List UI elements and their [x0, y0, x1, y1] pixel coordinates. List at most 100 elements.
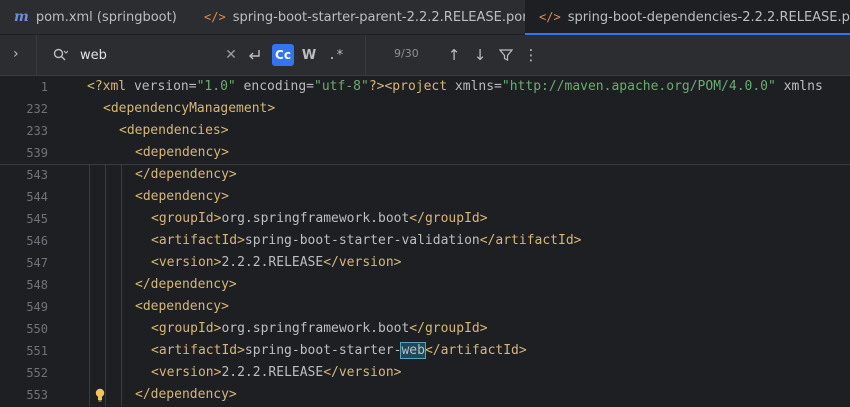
- line-code: <groupId>org.springframework.boot</group…: [151, 318, 488, 340]
- line-code: <dependencyManagement>: [103, 98, 275, 120]
- more-options-icon[interactable]: ⋮: [521, 44, 541, 66]
- line-number: 550: [26, 322, 48, 336]
- clear-search-icon[interactable]: ✕: [223, 44, 239, 66]
- code-line[interactable]: 551 <artifactId>spring-boot-starter-web</…: [0, 340, 850, 362]
- xml-open-tag: <artifactId>: [151, 233, 245, 248]
- line-code: <groupId>org.springframework.boot</group…: [151, 208, 488, 230]
- line-code: <dependency>: [135, 296, 229, 318]
- line-number: 548: [26, 278, 48, 292]
- search-history-icon[interactable]: [52, 47, 68, 63]
- xml-close-tag: </artifactId>: [424, 343, 527, 358]
- attr-value: "http://maven.apache.org/POM/4.0.0": [501, 79, 776, 94]
- xml-tag: <dependency>: [135, 145, 229, 160]
- xml-tag: ?>: [368, 79, 385, 94]
- element-value: spring-boot-starter-validation: [244, 233, 480, 248]
- editor-tab-bar: m pom.xml (springboot) </> spring-boot-s…: [0, 0, 850, 35]
- element-value: 2.2.2.RELEASE: [221, 255, 324, 270]
- code-line[interactable]: 233 <dependencies>: [0, 120, 850, 142]
- filter-icon[interactable]: [496, 44, 516, 66]
- line-number: 546: [26, 234, 48, 248]
- line-number: 552: [26, 366, 48, 380]
- line-number: 545: [26, 212, 48, 226]
- code-line[interactable]: 545 <groupId>org.springframework.boot</gr…: [0, 208, 850, 230]
- attr-value: "1.0": [196, 79, 236, 94]
- code-line[interactable]: 553 </dependency>: [0, 384, 850, 406]
- line-number: 544: [26, 190, 48, 204]
- expand-replace-icon[interactable]: ›: [13, 46, 19, 62]
- line-code: <artifactId>spring-boot-starter-web</art…: [151, 340, 527, 362]
- line-code: <dependency>: [135, 186, 229, 208]
- line-code: <dependency>: [135, 142, 229, 164]
- xml-open-tag: <groupId>: [151, 321, 222, 336]
- tab-pom-xml[interactable]: m pom.xml (springboot): [0, 0, 190, 34]
- divider: [365, 35, 366, 75]
- xml-tag: <dependencies>: [119, 123, 229, 138]
- attr-name: version=: [126, 79, 197, 94]
- xml-tag: </dependency>: [135, 167, 237, 182]
- xml-tag: <?xml: [87, 79, 127, 94]
- xml-close-tag: </version>: [323, 255, 402, 270]
- xml-open-tag: <version>: [151, 255, 222, 270]
- xml-file-icon: </>: [204, 10, 226, 24]
- line-code: </dependency>: [135, 384, 237, 406]
- line-number: 553: [26, 388, 48, 402]
- match-count: 9/30: [394, 47, 419, 60]
- line-number: 233: [26, 124, 48, 138]
- tab-starter-parent-pom[interactable]: </> spring-boot-starter-parent-2.2.2.REL…: [190, 0, 535, 34]
- previous-occurrence-icon[interactable]: ↑: [444, 44, 464, 66]
- code-line[interactable]: 550 <groupId>org.springframework.boot</gr…: [0, 318, 850, 340]
- line-code: <version>2.2.2.RELEASE</version>: [151, 252, 401, 274]
- search-match-highlight: web: [400, 342, 426, 359]
- search-input[interactable]: [80, 45, 220, 65]
- element-value: spring-boot-starter-: [244, 343, 402, 358]
- code-line[interactable]: 543 </dependency>: [0, 164, 850, 186]
- line-number: 551: [26, 344, 48, 358]
- regex-button[interactable]: .*: [326, 44, 346, 66]
- tab-label: spring-boot-starter-parent-2.2.2.RELEASE…: [232, 9, 535, 25]
- line-number: 232: [26, 102, 48, 116]
- match-case-button[interactable]: Cc: [272, 44, 294, 66]
- divider: [36, 35, 37, 75]
- code-line[interactable]: 546 <artifactId>spring-boot-starter-valid…: [0, 230, 850, 252]
- code-line[interactable]: 232 <dependencyManagement>: [0, 98, 850, 120]
- code-line[interactable]: 548 </dependency>: [0, 274, 850, 296]
- code-line[interactable]: 544 <dependency>: [0, 186, 850, 208]
- xml-open-tag: <version>: [151, 365, 222, 380]
- line-code: <?xml version="1.0" encoding="utf-8"?><p…: [87, 76, 823, 98]
- code-line[interactable]: 1 <?xml version="1.0" encoding="utf-8"?><…: [0, 76, 850, 98]
- xml-open-tag: <groupId>: [151, 211, 222, 226]
- attr-name: encoding=: [235, 79, 315, 94]
- tab-dependencies-pom[interactable]: </> spring-boot-dependencies-2.2.2.RELEA…: [525, 0, 850, 35]
- xml-open-tag: <artifactId>: [151, 343, 245, 358]
- element-value: org.springframework.boot: [221, 321, 410, 336]
- code-line[interactable]: 539 <dependency>: [0, 142, 850, 164]
- tab-label: pom.xml (springboot): [35, 9, 177, 25]
- find-bar: › ✕ Cc W .* 9/30 ↑ ↓ ⋮: [0, 35, 850, 76]
- code-editor[interactable]: 1 <?xml version="1.0" encoding="utf-8"?><…: [0, 76, 850, 407]
- sticky-lines-separator: [0, 164, 850, 165]
- line-number: 549: [26, 300, 48, 314]
- line-code: </dependency>: [135, 164, 237, 186]
- attr-value: "utf-8": [314, 79, 369, 94]
- next-occurrence-icon[interactable]: ↓: [470, 44, 490, 66]
- element-value: org.springframework.boot: [221, 211, 410, 226]
- code-line[interactable]: 549 <dependency>: [0, 296, 850, 318]
- xml-tag: </dependency>: [135, 277, 237, 292]
- code-line[interactable]: 547 <version>2.2.2.RELEASE</version>: [0, 252, 850, 274]
- maven-module-icon: m: [14, 9, 29, 25]
- line-code: <artifactId>spring-boot-starter-validati…: [151, 230, 581, 252]
- tab-label: spring-boot-dependencies-2.2.2.RELEASE.p…: [567, 9, 850, 25]
- xml-close-tag: </artifactId>: [479, 233, 582, 248]
- xml-tag: <project: [384, 79, 448, 94]
- code-line[interactable]: 552 <version>2.2.2.RELEASE</version>: [0, 362, 850, 384]
- line-code: </dependency>: [135, 274, 237, 296]
- text: xmlns: [775, 79, 823, 94]
- line-code: <version>2.2.2.RELEASE</version>: [151, 362, 401, 384]
- attr-name: xmlns=: [447, 79, 502, 94]
- line-number: 539: [26, 146, 48, 160]
- xml-tag: <dependencyManagement>: [103, 101, 276, 116]
- whole-words-button[interactable]: W: [300, 44, 318, 66]
- xml-file-icon: </>: [539, 10, 561, 24]
- indent-guide: [121, 164, 122, 406]
- new-line-icon[interactable]: [244, 44, 264, 66]
